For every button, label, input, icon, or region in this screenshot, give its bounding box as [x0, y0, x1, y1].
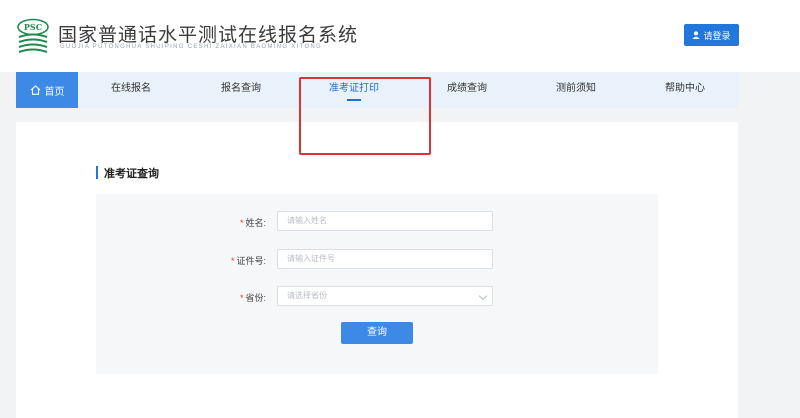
site-title: 国家普通话水平测试在线报名系统	[58, 24, 359, 46]
main-nav: 首页 在线报名 报名查询 准考证打印 成绩查询 测前须知 帮助中心	[16, 72, 738, 108]
province-select[interactable]: 请选择省份	[277, 286, 493, 306]
login-label: 请登录	[703, 30, 731, 41]
required-mark: *	[239, 218, 244, 228]
home-icon	[30, 85, 40, 95]
id-number-label: * 证件号:	[230, 256, 266, 266]
province-label: * 省份:	[239, 293, 266, 303]
nav-home[interactable]: 首页	[16, 72, 78, 108]
id-number-input[interactable]: 请输入证件号	[277, 249, 493, 269]
nav-admission-ticket-print[interactable]: 准考证打印	[314, 72, 394, 108]
nav-home-label: 首页	[44, 86, 65, 98]
query-button[interactable]: 查询	[341, 322, 413, 344]
required-mark: *	[239, 293, 244, 303]
login-button[interactable]: 请登录	[684, 24, 739, 46]
psc-logo: PSC	[17, 18, 49, 53]
name-input[interactable]: 请输入姓名	[277, 211, 493, 231]
nav-help-center[interactable]: 帮助中心	[650, 72, 720, 108]
site-header: PSC 国家普通话水平测试在线报名系统 GUOJIA PUTONGHUA SHU…	[0, 0, 800, 72]
site-subtitle: GUOJIA PUTONGHUA SHUIPING CESHI ZAIXIAN …	[60, 44, 323, 50]
required-mark: *	[230, 256, 235, 266]
section-title-bar	[96, 166, 98, 179]
chevron-down-icon	[478, 291, 488, 301]
nav-score-query[interactable]: 成绩查询	[432, 72, 502, 108]
name-label: * 姓名:	[239, 218, 266, 228]
nav-admission-ticket-label: 准考证打印	[329, 83, 379, 94]
svg-text:PSC: PSC	[24, 22, 42, 32]
section-title: 准考证查询	[104, 168, 159, 180]
active-tab-indicator	[347, 99, 361, 101]
nav-pre-test-notice[interactable]: 测前须知	[541, 72, 611, 108]
province-placeholder: 请选择省份	[287, 291, 327, 300]
user-icon	[692, 31, 700, 39]
nav-registration-query[interactable]: 报名查询	[206, 72, 276, 108]
nav-online-registration[interactable]: 在线报名	[96, 72, 166, 108]
